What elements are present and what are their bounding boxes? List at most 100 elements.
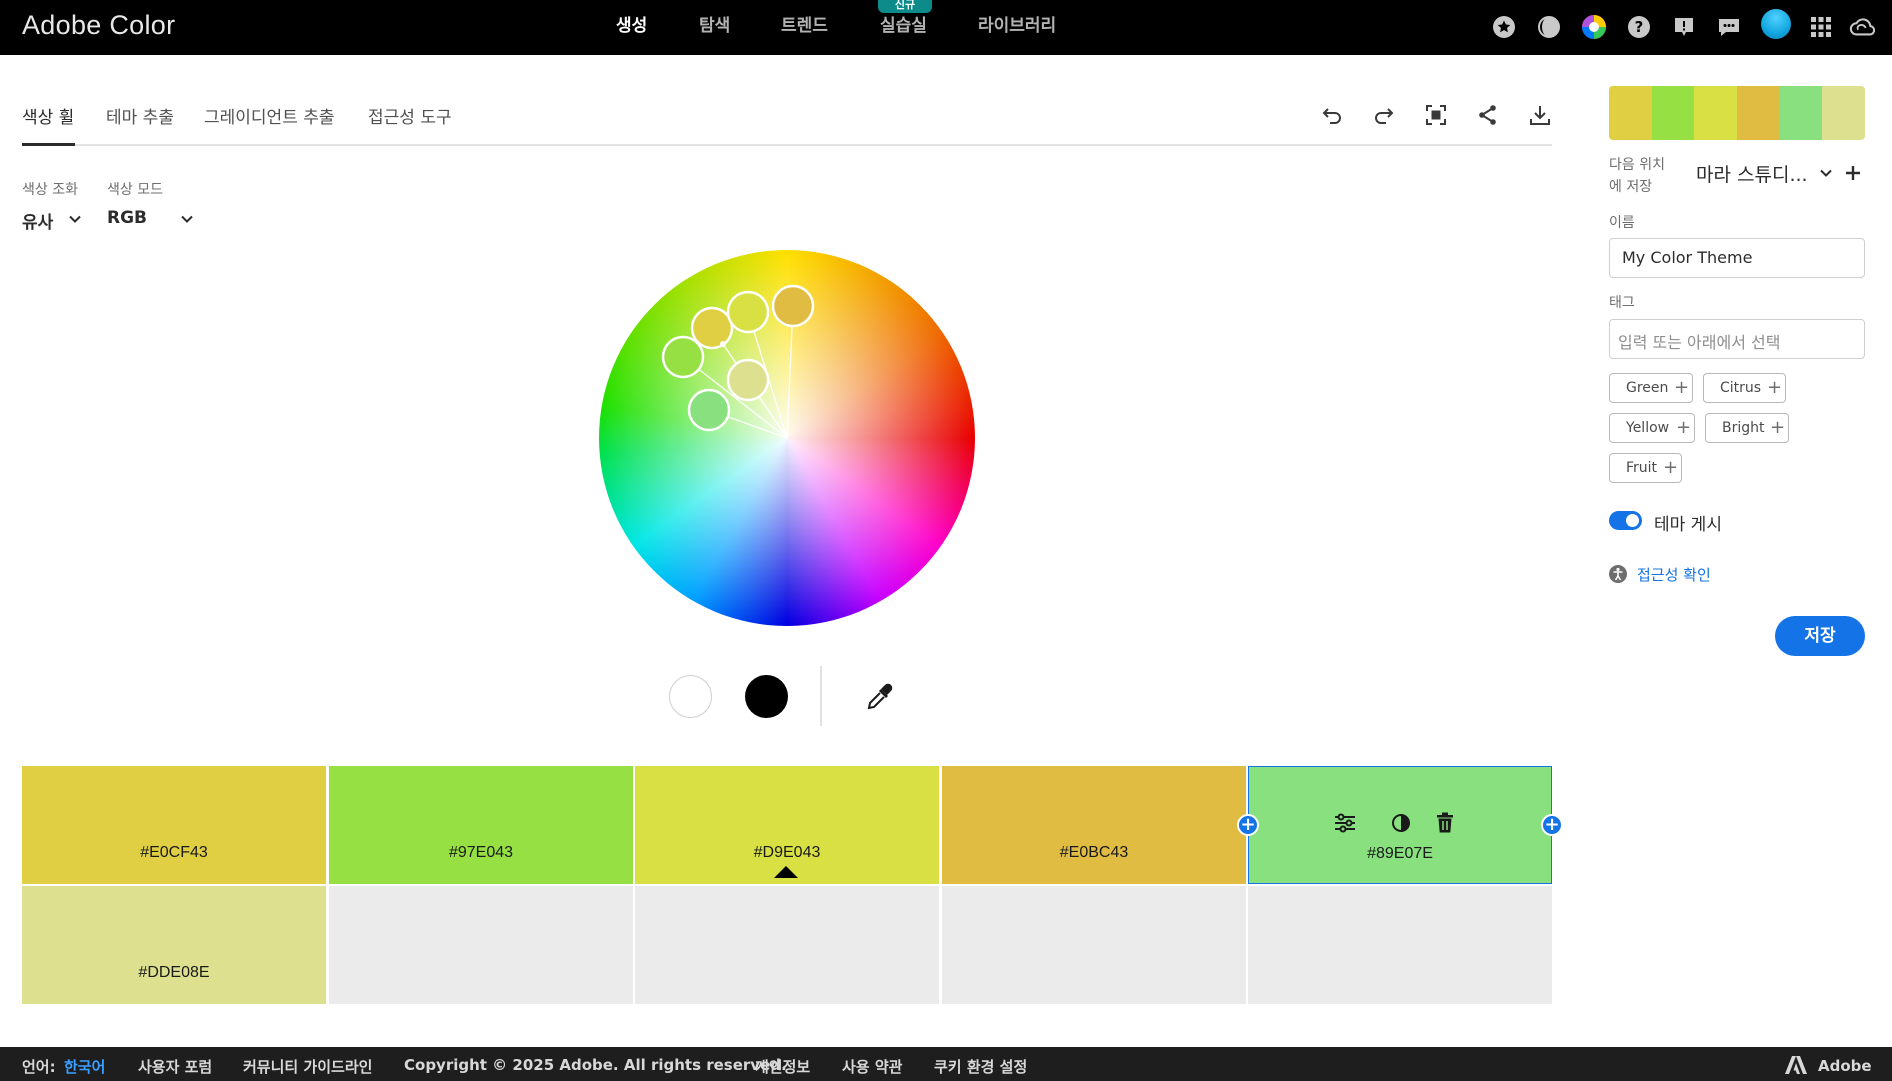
swatch-hex[interactable]: #97E043 [329, 844, 633, 862]
nav-libraries[interactable]: 라이브러리 [978, 0, 1056, 55]
publish-toggle[interactable] [1609, 511, 1642, 530]
footer-link-guidelines[interactable]: 커뮤니티 가이드라인 [243, 1056, 372, 1077]
footer: 언어: 한국어 사용자 포럼 커뮤니티 가이드라인 Copyright © 20… [0, 1047, 1892, 1081]
tag-chip[interactable]: Bright + [1705, 413, 1789, 443]
harmony-select[interactable]: 유사 [22, 208, 53, 233]
app-brand[interactable]: Adobe Color [22, 10, 175, 41]
tab-extract-gradient[interactable]: 그레이디언트 추출 [204, 103, 335, 128]
language-label: 언어: [22, 1058, 56, 1076]
theme-name-input[interactable]: My Color Theme [1609, 238, 1865, 278]
publish-label: 테마 게시 [1654, 515, 1722, 535]
mode-label: 색상 모드 [107, 182, 163, 198]
empty-swatch-slot [635, 886, 939, 1004]
plus-icon: + [1770, 417, 1786, 438]
wheel-base-marker [720, 341, 726, 347]
empty-swatch-slot [942, 886, 1246, 1004]
swatch-3[interactable]: #E0BC43 [942, 766, 1246, 884]
active-tab-indicator [22, 143, 75, 146]
swatch-0[interactable]: #E0CF43 [22, 766, 326, 884]
language-select[interactable]: 한국어 [64, 1056, 105, 1077]
download-icon[interactable] [1526, 101, 1554, 129]
preview-color [1737, 86, 1780, 140]
contrast-icon[interactable] [1536, 14, 1562, 40]
accessibility-check-link[interactable]: 접근성 확인 [1637, 564, 1711, 585]
apps-grid-icon[interactable] [1808, 14, 1834, 40]
footer-link-forum[interactable]: 사용자 포럼 [138, 1056, 212, 1077]
footer-link-cookies[interactable]: 쿠키 환경 설정 [934, 1056, 1027, 1077]
contrast-toggle-icon[interactable] [1388, 810, 1414, 836]
delete-icon[interactable] [1432, 810, 1458, 836]
add-color-right-button[interactable]: + [1541, 814, 1563, 836]
tag-chip[interactable]: Yellow + [1609, 413, 1695, 443]
wheel-marker [726, 358, 770, 402]
nav-create[interactable]: 생성 [616, 0, 647, 55]
theme-preview [1609, 86, 1865, 140]
swatch-hex[interactable]: #D9E043 [635, 844, 939, 862]
tag-chip[interactable]: Fruit + [1609, 453, 1682, 483]
chat-icon[interactable] [1716, 14, 1742, 40]
harmony-label: 색상 조화 [22, 182, 78, 198]
name-label: 이름 [1609, 215, 1635, 231]
wheel-marker [771, 284, 815, 328]
swatch-hex[interactable]: #DDE08E [22, 964, 326, 982]
wheel-marker [687, 388, 731, 432]
tag-chip[interactable]: Citrus + [1703, 373, 1786, 403]
fit-screen-icon[interactable] [1422, 101, 1450, 129]
color-wheel[interactable] [599, 250, 975, 626]
plus-icon: + [1674, 377, 1690, 398]
chevron-down-icon[interactable] [67, 211, 83, 227]
star-icon[interactable] [1491, 14, 1517, 40]
empty-swatch-slot [329, 886, 633, 1004]
tab-accessibility-tools[interactable]: 접근성 도구 [368, 103, 452, 128]
black-color-button[interactable] [745, 675, 788, 718]
swatch-hex[interactable]: #E0CF43 [22, 844, 326, 862]
creative-cloud-icon[interactable] [1849, 14, 1875, 40]
share-icon[interactable] [1474, 101, 1502, 129]
add-color-left-button[interactable]: + [1237, 814, 1259, 836]
adjust-sliders-icon[interactable] [1332, 810, 1358, 836]
nav-trends[interactable]: 트렌드 [781, 0, 828, 55]
swatch-1[interactable]: #97E043 [329, 766, 633, 884]
chevron-down-icon[interactable] [179, 211, 195, 227]
adobe-wordmark: Adobe [1818, 1057, 1872, 1075]
redo-icon[interactable] [1370, 101, 1398, 129]
divider [820, 666, 822, 726]
tag-chip[interactable]: Green + [1609, 373, 1693, 403]
library-select[interactable]: 마라 스튜디... [1696, 160, 1808, 187]
swatch-hex[interactable]: #89E07E [1249, 845, 1551, 863]
feedback-icon[interactable] [1671, 14, 1697, 40]
preview-color [1609, 86, 1652, 140]
wheel-marker [661, 335, 705, 379]
tab-extract-theme[interactable]: 테마 추출 [106, 103, 174, 128]
save-button[interactable]: 저장 [1775, 616, 1865, 656]
save-to-label: 다음 위치 [1609, 157, 1665, 173]
footer-copyright: Copyright © 2025 Adobe. All rights reser… [404, 1056, 787, 1074]
swatch-5[interactable]: #DDE08E [22, 886, 326, 1004]
avatar[interactable] [1761, 9, 1791, 39]
swatch-hex[interactable]: #E0BC43 [942, 844, 1246, 862]
footer-link-privacy[interactable]: 개인정보 [755, 1056, 810, 1077]
eyedropper-icon[interactable] [864, 681, 896, 713]
save-to-label: 에 저장 [1609, 179, 1653, 195]
mode-select[interactable]: RGB [107, 208, 147, 228]
tag-label: Bright [1722, 420, 1765, 436]
plus-icon: + [1767, 377, 1783, 398]
adobe-logo-icon [1785, 1056, 1807, 1074]
undo-icon[interactable] [1318, 101, 1346, 129]
nav-explore[interactable]: 탐색 [699, 0, 730, 55]
chevron-down-icon[interactable] [1818, 165, 1834, 181]
tab-color-wheel[interactable]: 색상 휠 [22, 103, 74, 128]
footer-link-terms[interactable]: 사용 약관 [842, 1056, 902, 1077]
help-icon[interactable]: ? [1626, 14, 1652, 40]
tag-label: Fruit [1626, 460, 1658, 476]
tags-input[interactable]: 입력 또는 아래에서 선택 [1609, 319, 1865, 359]
tag-label: Yellow [1626, 420, 1670, 436]
wheel-markers[interactable] [599, 250, 975, 626]
color-wheel-icon[interactable] [1581, 14, 1607, 40]
preview-color [1651, 86, 1695, 140]
plus-icon: + [1663, 457, 1679, 478]
white-color-button[interactable] [669, 675, 712, 718]
top-bar: Adobe Color 생성 탐색 트렌드 신규 실습실 라이브러리 ? [0, 0, 1892, 55]
add-library-icon[interactable] [1843, 163, 1863, 183]
nav-lab[interactable]: 실습실 [880, 0, 927, 55]
